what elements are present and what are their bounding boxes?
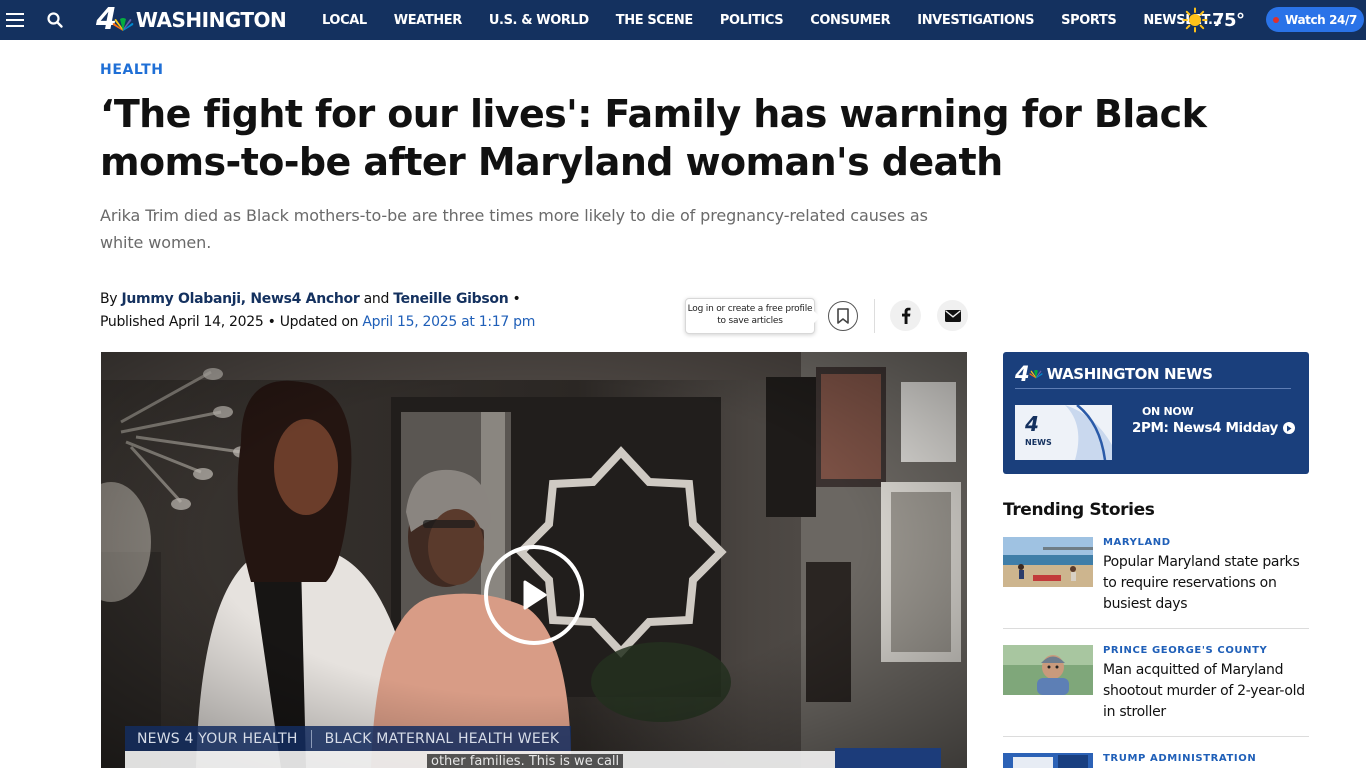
live-card-divider <box>1015 388 1291 389</box>
byline-bullet: • <box>512 291 521 307</box>
live-news-card[interactable]: 4 WASHINGTON NEWS 4 NEWS ON NOW 2PM: New… <box>1003 352 1309 474</box>
author-link-1[interactable]: Jummy Olabanji, News4 Anchor <box>121 291 359 307</box>
story-divider <box>1003 736 1309 737</box>
story-thumbnail <box>1003 645 1093 695</box>
video-player[interactable]: NEWS 4 YOUR HEALTH BLACK MATERNAL HEALTH… <box>101 352 967 768</box>
live-card-logo: 4 WASHINGTON NEWS <box>1015 362 1213 386</box>
weather-widget[interactable]: 75° <box>1182 5 1245 35</box>
play-icon <box>523 580 547 610</box>
story-divider <box>1003 628 1309 629</box>
share-email-button[interactable] <box>937 300 968 331</box>
story-category[interactable]: MARYLAND <box>1103 537 1171 548</box>
nav-link-weather[interactable]: WEATHER <box>394 13 463 28</box>
story-headline[interactable]: Popular Maryland state parks to require … <box>1103 552 1309 615</box>
trending-stories-heading: Trending Stories <box>1003 500 1155 520</box>
story-headline[interactable]: Man acquitted of Maryland shootout murde… <box>1103 660 1309 723</box>
top-nav-bar: 4 WASHINGTON LOCAL WEATHER U.S. & WORLD … <box>0 0 1366 40</box>
peacock-icon <box>1029 369 1043 378</box>
facebook-icon <box>901 307 910 324</box>
updated-prefix: Updated on <box>279 314 359 330</box>
trending-story[interactable]: MARYLAND Popular Maryland state parks to… <box>1003 537 1309 617</box>
nav-link-us-world[interactable]: U.S. & WORLD <box>489 13 589 28</box>
live-card-logo-number: 4 <box>1015 362 1030 386</box>
article-dek: Arika Trim died as Black mothers-to-be a… <box>100 206 928 252</box>
author-link-2[interactable]: Teneille Gibson <box>393 291 508 307</box>
menu-icon[interactable] <box>6 9 26 31</box>
search-icon[interactable] <box>46 11 64 29</box>
nav-link-the-scene[interactable]: THE SCENE <box>616 13 694 28</box>
story-category[interactable]: TRUMP ADMINISTRATION <box>1103 753 1256 764</box>
live-card-thumb-text: NEWS <box>1025 438 1052 447</box>
lower-third-separator <box>310 729 312 748</box>
nav-link-consumer[interactable]: CONSUMER <box>810 13 890 28</box>
byline-dates: Published April 14, 2025 • Updated on Ap… <box>100 311 535 334</box>
article-headline: ‘The fight for our lives': Family has wa… <box>100 92 1207 184</box>
logo-wordmark: WASHINGTON <box>135 8 287 32</box>
nav-link-local[interactable]: LOCAL <box>322 13 367 28</box>
updated-date: April 15, 2025 <box>362 314 457 330</box>
email-icon <box>944 309 961 322</box>
share-divider <box>874 299 875 333</box>
lower-third-program: NEWS 4 YOUR HEALTH <box>137 730 298 747</box>
story-thumbnail <box>1003 537 1093 587</box>
live-show-link[interactable]: 2PM: News4 Midday <box>1132 420 1295 436</box>
video-caption: other families. This is we call <box>427 754 624 768</box>
lower-third-topic: BLACK MATERNAL HEALTH WEEK <box>324 730 560 747</box>
peacock-icon <box>112 18 134 31</box>
byline: By Jummy Olabanji, News4 Anchor and Tene… <box>100 288 535 334</box>
play-circle-icon <box>1282 422 1295 434</box>
updated-time: at 1:17 pm <box>461 314 536 330</box>
watch-live-button[interactable]: Watch 24/7 <box>1266 7 1364 32</box>
svg-text:4: 4 <box>1024 412 1039 436</box>
bookmark-icon <box>837 308 849 324</box>
on-now-label: ON NOW <box>1142 405 1194 418</box>
story-thumbnail <box>1003 753 1093 768</box>
byline-authors: By Jummy Olabanji, News4 Anchor and Tene… <box>100 288 535 311</box>
published-date: Published April 14, 2025 • <box>100 314 276 330</box>
section-label[interactable]: HEALTH <box>100 62 164 78</box>
main-nav: LOCAL WEATHER U.S. & WORLD THE SCENE POL… <box>322 0 1249 40</box>
live-card-thumbnail[interactable]: 4 NEWS <box>1015 405 1112 460</box>
nav-link-sports[interactable]: SPORTS <box>1061 13 1117 28</box>
nav-link-investigations[interactable]: INVESTIGATIONS <box>917 13 1034 28</box>
share-facebook-button[interactable] <box>890 300 921 331</box>
live-dot-icon <box>1273 16 1280 23</box>
byline-and: and <box>363 291 390 307</box>
play-button[interactable] <box>484 545 584 645</box>
trending-story[interactable]: PRINCE GEORGE'S COUNTY Man acquitted of … <box>1003 645 1309 725</box>
lower-third-badge <box>835 748 941 768</box>
watch-live-label: Watch 24/7 <box>1285 12 1357 27</box>
sun-icon <box>1182 7 1208 33</box>
save-article-tooltip: Log in or create a free profile to save … <box>685 298 820 334</box>
story-category[interactable]: PRINCE GEORGE'S COUNTY <box>1103 645 1267 656</box>
temperature-value: 75° <box>1212 9 1245 31</box>
save-article-button[interactable] <box>828 301 858 331</box>
news4-thumbnail-graphic: 4 NEWS <box>1015 405 1112 460</box>
site-logo[interactable]: 4 WASHINGTON <box>96 4 287 36</box>
nav-link-politics[interactable]: POLITICS <box>720 13 784 28</box>
live-card-title: WASHINGTON NEWS <box>1046 365 1213 383</box>
video-lower-third: NEWS 4 YOUR HEALTH BLACK MATERNAL HEALTH… <box>125 726 572 751</box>
trending-story[interactable]: TRUMP ADMINISTRATION <box>1003 753 1309 768</box>
byline-by: By <box>100 291 118 307</box>
live-show-title: 2PM: News4 Midday <box>1132 420 1278 436</box>
